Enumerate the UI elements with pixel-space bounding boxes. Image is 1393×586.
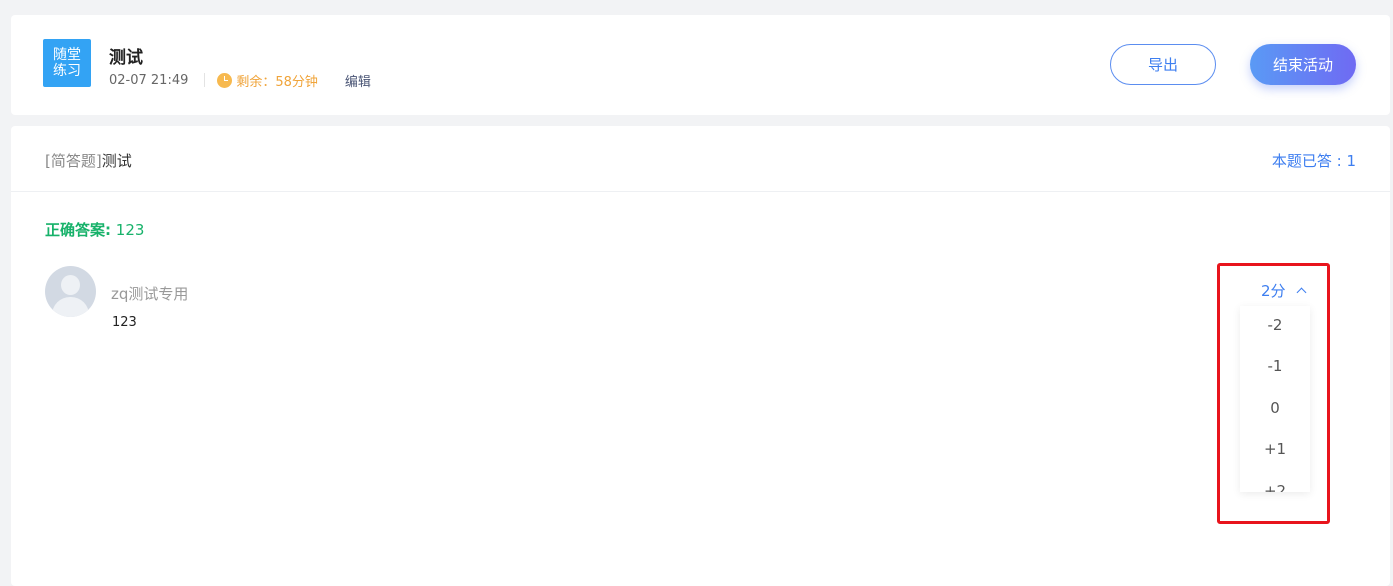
question-panel: [简答题]测试 本题已答 : 1 正确答案: 123 zq测试专用 123 2分… (11, 126, 1390, 586)
correct-answer-value: 123 (115, 221, 145, 239)
avatar-body (52, 297, 89, 317)
activity-type-badge: 随堂 练习 (43, 39, 91, 87)
question-title: [简答题]测试 (45, 150, 132, 171)
activity-header: 随堂 练习 测试 02-07 21:49 剩余：58分钟 编辑 导出 结束活动 (11, 15, 1390, 115)
score-option[interactable]: -2 (1240, 306, 1310, 346)
score-dropdown-toggle[interactable]: 2分 (1261, 280, 1306, 301)
question-header: [简答题]测试 本题已答 : 1 (11, 126, 1390, 192)
badge-line-1: 随堂 (53, 47, 81, 63)
avatar (45, 266, 96, 317)
score-option[interactable]: +2 (1240, 470, 1310, 492)
activity-title: 测试 (109, 48, 143, 68)
score-value: 2分 (1261, 282, 1286, 300)
export-button[interactable]: 导出 (1110, 44, 1216, 85)
chevron-up-icon (1296, 287, 1306, 298)
avatar-head (61, 275, 80, 295)
clock-icon (217, 72, 233, 88)
remaining-time: 剩余：58分钟 (236, 74, 318, 90)
badge-line-2: 练习 (53, 63, 81, 79)
question-text: 测试 (101, 152, 132, 170)
edit-link[interactable]: 编辑 (345, 71, 371, 90)
score-option[interactable]: -1 (1240, 346, 1310, 388)
activity-meta: 02-07 21:49 剩余：58分钟 编辑 (109, 71, 371, 90)
meta-divider (204, 73, 206, 87)
student-answer: 123 (112, 315, 137, 330)
student-name: zq测试专用 (111, 285, 189, 303)
score-option[interactable]: +1 (1240, 429, 1310, 471)
activity-datetime: 02-07 21:49 (109, 72, 189, 88)
question-type-label: [简答题] (45, 152, 102, 170)
correct-answer-label: 正确答案: (45, 221, 111, 239)
answered-count[interactable]: 本题已答 : 1 (1272, 150, 1356, 171)
score-option[interactable]: 0 (1240, 387, 1310, 429)
correct-answer: 正确答案: 123 (45, 219, 144, 240)
score-dropdown-menu: -2 -1 0 +1 +2 (1240, 306, 1310, 492)
end-activity-button[interactable]: 结束活动 (1250, 44, 1356, 85)
